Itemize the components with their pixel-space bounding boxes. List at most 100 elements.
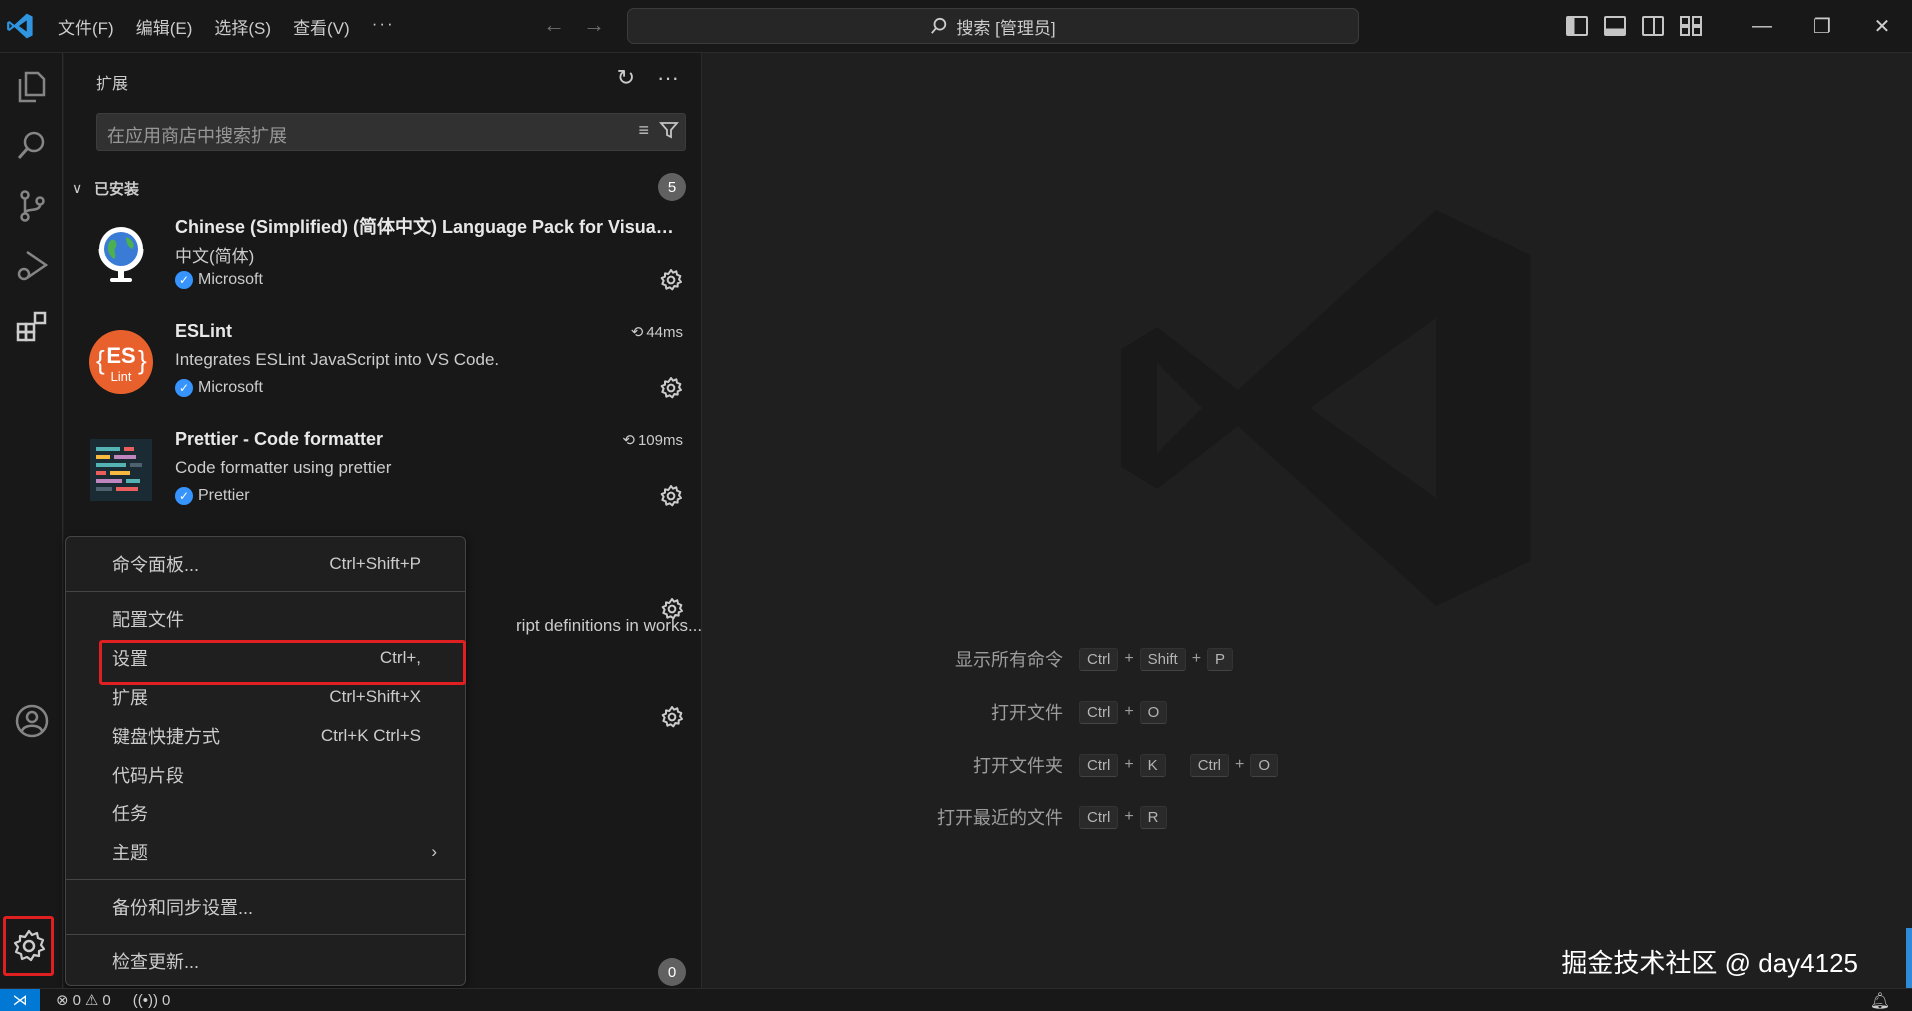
svg-text:{: { — [96, 345, 105, 375]
command-center-search[interactable]: 搜索 [管理员] — [627, 8, 1359, 44]
command-center-text: 搜索 [管理员] — [956, 18, 1056, 38]
menu-file[interactable]: 文件(F) — [58, 14, 126, 39]
svg-text:Lint: Lint — [111, 369, 132, 384]
extension-gear-icon[interactable] — [660, 597, 684, 621]
warning-icon: ⚠ — [84, 992, 99, 1009]
svg-text:}: } — [138, 345, 147, 375]
menu-more[interactable]: ··· — [372, 14, 407, 39]
source-control-icon[interactable] — [0, 176, 63, 236]
menu-separator — [66, 591, 465, 592]
installed-label: 已安装 — [94, 180, 140, 198]
menu-item-check-updates[interactable]: 检查更新... — [70, 944, 461, 978]
publisher-name: Microsoft — [198, 271, 263, 288]
extension-search-placeholder: 在应用商店中搜索扩展 — [107, 126, 287, 146]
extension-gear-icon[interactable] — [659, 376, 683, 400]
refresh-icon[interactable]: ↻ — [617, 65, 635, 91]
activity-bar — [0, 53, 63, 988]
extension-item[interactable]: ES Lint { } ESLint ⟲ 44ms Integrates ESL… — [64, 321, 701, 429]
menu-view[interactable]: 查看(V) — [293, 14, 362, 39]
search-actions: ≡ — [638, 120, 679, 141]
manage-context-menu: 命令面板... Ctrl+Shift+P 配置文件 设置 Ctrl+, 扩展 C… — [65, 536, 466, 986]
accounts-icon[interactable] — [0, 691, 63, 751]
menu-item-keyboard-shortcuts[interactable]: 键盘快捷方式 Ctrl+K Ctrl+S — [70, 719, 461, 753]
hint-open-folder: 打开文件夹 Ctrl + K Ctrl + O — [903, 752, 1279, 778]
verified-icon: ✓ — [175, 379, 193, 397]
menu-separator — [66, 879, 465, 880]
remote-indicator-icon[interactable]: ⋊ — [0, 988, 40, 1011]
settings-highlight-box — [99, 640, 466, 685]
status-bar: ⋊ ⊗ 0 ⚠ 0 ((•)) 0 🔔︎ — [0, 988, 1912, 1011]
extension-gear-icon[interactable] — [659, 268, 683, 292]
error-icon: ⊗ — [56, 992, 69, 1009]
history-icon: ⟲ — [630, 324, 644, 341]
extension-name: Prettier - Code formatter — [175, 429, 384, 449]
verified-icon: ✓ — [175, 487, 193, 505]
layout-controls — [1566, 16, 1702, 36]
toggle-secondary-sidebar-icon[interactable] — [1642, 16, 1664, 36]
filter-icon[interactable] — [659, 120, 679, 140]
menu-bar: 文件(F) 编辑(E) 选择(S) 查看(V) ··· — [58, 14, 417, 39]
back-arrow-icon[interactable]: ← — [543, 12, 565, 38]
toggle-panel-icon[interactable] — [1604, 16, 1626, 36]
menu-item-extensions[interactable]: 扩展 Ctrl+Shift+X — [70, 680, 461, 714]
ports-status[interactable]: ((•)) 0 — [133, 992, 171, 1009]
hint-open-file: 打开文件 Ctrl + O — [903, 699, 1168, 725]
extensions-icon[interactable] — [0, 296, 63, 356]
menu-item-profiles[interactable]: 配置文件 — [70, 602, 461, 636]
title-bar: 文件(F) 编辑(E) 选择(S) 查看(V) ··· ← → 搜索 [管理员]… — [0, 0, 1912, 53]
extension-item[interactable]: Prettier - Code formatter ⟲ 109ms Code f… — [64, 429, 701, 537]
menu-item-tasks[interactable]: 任务 — [70, 796, 461, 830]
extension-name: Chinese (Simplified) (简体中文) Language Pac… — [175, 217, 675, 237]
prettier-icon — [90, 439, 152, 501]
manage-gear-icon[interactable] — [3, 916, 54, 976]
hint-show-commands: 显示所有命令 Ctrl + Shift + P — [903, 646, 1234, 672]
menu-separator — [66, 934, 465, 935]
chevron-right-icon: › — [431, 842, 437, 861]
close-icon[interactable]: ✕ — [1852, 0, 1912, 52]
extension-description: 中文(简体) — [175, 247, 255, 266]
menu-item-snippets[interactable]: 代码片段 — [70, 758, 461, 792]
extension-search-input[interactable]: 在应用商店中搜索扩展 ≡ — [96, 113, 686, 151]
extension-description: Integrates ESLint JavaScript into VS Cod… — [175, 350, 500, 369]
extension-gear-icon[interactable] — [660, 705, 684, 729]
menu-item-backup-sync[interactable]: 备份和同步设置... — [70, 890, 461, 924]
customize-layout-icon[interactable] — [1680, 16, 1702, 36]
watermark-text: 掘金技术社区 @ day4125 — [1561, 948, 1858, 978]
clear-filter-icon[interactable]: ≡ — [638, 120, 649, 141]
sidebar-actions: ↻ ··· — [617, 65, 679, 91]
explorer-icon[interactable] — [0, 57, 63, 117]
notifications-bell-icon[interactable]: 🔔︎ — [1870, 991, 1890, 1011]
minimize-icon[interactable]: — — [1732, 0, 1792, 52]
installed-section-header[interactable]: ∨ 已安装 — [72, 173, 694, 203]
search-icon[interactable] — [0, 116, 63, 176]
vscode-watermark-icon — [1121, 210, 1531, 606]
extension-description: Code formatter using prettier — [175, 458, 392, 477]
vscode-logo-icon — [7, 13, 33, 39]
menu-selection[interactable]: 选择(S) — [214, 14, 283, 39]
more-actions-icon[interactable]: ··· — [657, 65, 679, 91]
menu-item-command-palette[interactable]: 命令面板... Ctrl+Shift+P — [70, 547, 461, 581]
menu-edit[interactable]: 编辑(E) — [136, 14, 205, 39]
history-icon: ⟲ — [622, 432, 635, 449]
run-debug-icon[interactable] — [0, 236, 63, 296]
publisher-name: Prettier — [198, 487, 250, 504]
extension-publisher: ✓ Microsoft — [175, 379, 263, 397]
extension-publisher: ✓ Microsoft — [175, 271, 263, 289]
recommended-count-badge: 0 — [658, 958, 686, 986]
broadcast-icon: ((•)) — [132, 991, 158, 1009]
toggle-primary-sidebar-icon[interactable] — [1566, 16, 1588, 36]
extension-gear-icon[interactable] — [659, 484, 683, 508]
problems-status[interactable]: ⊗ 0 ⚠ 0 — [56, 991, 111, 1010]
hint-open-recent: 打开最近的文件 Ctrl + R — [903, 804, 1167, 830]
verified-icon: ✓ — [175, 271, 193, 289]
publisher-name: Microsoft — [198, 379, 263, 396]
forward-arrow-icon[interactable]: → — [583, 12, 605, 38]
search-icon — [931, 17, 947, 34]
installed-count-badge: 5 — [658, 173, 686, 201]
restore-icon[interactable]: ❐ — [1792, 0, 1852, 52]
eslint-icon: ES Lint { } — [89, 330, 153, 394]
extension-publisher: ✓ Prettier — [175, 487, 250, 505]
menu-item-themes[interactable]: 主题 › — [70, 835, 461, 869]
extension-item[interactable]: Chinese (Simplified) (简体中文) Language Pac… — [64, 213, 701, 321]
nav-arrows: ← → — [543, 12, 605, 38]
